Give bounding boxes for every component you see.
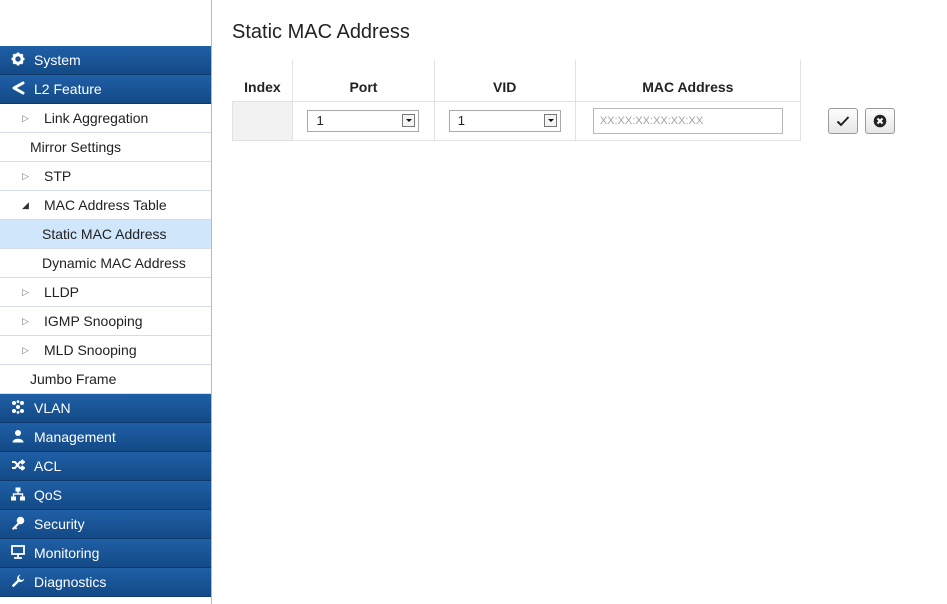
sidebar-item-stp[interactable]: ▷ STP bbox=[0, 162, 211, 191]
shuffle-icon bbox=[10, 458, 26, 474]
sidebar-item-qos[interactable]: QoS bbox=[0, 481, 211, 510]
page-title: Static MAC Address bbox=[232, 21, 410, 43]
sidebar-item-dynamic-mac-address[interactable]: Dynamic MAC Address bbox=[0, 249, 211, 278]
sidebar-item-label: Mirror Settings bbox=[30, 139, 122, 155]
sidebar-item-label: Management bbox=[34, 429, 116, 445]
sidebar-item-l2-feature[interactable]: L2 Feature bbox=[0, 75, 211, 104]
index-cell bbox=[231, 100, 294, 141]
close-circle-icon bbox=[873, 114, 887, 127]
share-icon bbox=[10, 81, 26, 97]
sidebar-item-label: Jumbo Frame bbox=[30, 371, 117, 387]
caret-right-icon: ▷ bbox=[22, 286, 29, 297]
static-mac-table: Index Port VID MAC Address 1 1 bbox=[231, 60, 947, 141]
column-header-port: Port bbox=[292, 60, 435, 101]
sidebar: System L2 Feature ▷ Link Aggregation Mir… bbox=[0, 0, 212, 604]
sidebar-item-label: MLD Snooping bbox=[44, 342, 137, 358]
sidebar-nav: System L2 Feature ▷ Link Aggregation Mir… bbox=[0, 46, 211, 597]
sidebar-item-management[interactable]: Management bbox=[0, 423, 211, 452]
sidebar-item-jumbo-frame[interactable]: Jumbo Frame bbox=[0, 365, 211, 394]
sidebar-item-security[interactable]: Security bbox=[0, 510, 211, 539]
port-select[interactable]: 1 bbox=[307, 109, 420, 132]
sidebar-item-link-aggregation[interactable]: ▷ Link Aggregation bbox=[0, 104, 211, 133]
port-cell: 1 bbox=[292, 100, 435, 141]
vid-select[interactable]: 1 bbox=[448, 109, 561, 132]
dropdown-arrow-icon[interactable] bbox=[402, 113, 416, 127]
sidebar-item-label: VLAN bbox=[34, 400, 71, 416]
sidebar-item-acl[interactable]: ACL bbox=[0, 452, 211, 481]
sidebar-item-igmp-snooping[interactable]: ▷ IGMP Snooping bbox=[0, 307, 211, 336]
mac-cell bbox=[574, 100, 801, 141]
sidebar-item-label: IGMP Snooping bbox=[44, 313, 143, 329]
column-header-mac-address: MAC Address bbox=[574, 60, 801, 101]
wrench-icon bbox=[10, 574, 26, 590]
caret-right-icon: ▷ bbox=[22, 170, 29, 181]
sidebar-item-label: Security bbox=[34, 516, 85, 532]
cancel-button[interactable] bbox=[864, 107, 895, 134]
column-header-index: Index bbox=[244, 78, 281, 95]
sidebar-item-label: Diagnostics bbox=[34, 574, 107, 590]
sidebar-item-label: Monitoring bbox=[34, 545, 100, 561]
column-header-vid: VID bbox=[433, 60, 576, 101]
sidebar-item-label: MAC Address Table bbox=[44, 197, 167, 213]
sidebar-item-label: ACL bbox=[34, 458, 62, 474]
sidebar-item-label: L2 Feature bbox=[34, 81, 102, 97]
apply-button[interactable] bbox=[827, 107, 858, 134]
sidebar-item-mac-address-table[interactable]: ◢ MAC Address Table bbox=[0, 191, 211, 220]
caret-right-icon: ▷ bbox=[22, 315, 29, 326]
caret-right-icon: ▷ bbox=[22, 344, 29, 355]
vid-select-value: 1 bbox=[457, 112, 465, 128]
monitor-icon bbox=[10, 545, 26, 561]
sidebar-item-mld-snooping[interactable]: ▷ MLD Snooping bbox=[0, 336, 211, 365]
sidebar-item-label: Dynamic MAC Address bbox=[42, 255, 186, 271]
sidebar-item-vlan[interactable]: VLAN bbox=[0, 394, 211, 423]
sidebar-item-system[interactable]: System bbox=[0, 46, 211, 75]
column-header-actions bbox=[799, 60, 947, 101]
dropdown-arrow-icon[interactable] bbox=[543, 113, 557, 127]
gear-icon bbox=[10, 52, 26, 68]
sidebar-item-label: STP bbox=[44, 168, 72, 184]
sidebar-item-static-mac-address[interactable]: Static MAC Address bbox=[0, 220, 211, 249]
caret-right-icon: ▷ bbox=[22, 112, 29, 123]
key-icon bbox=[10, 516, 26, 532]
sidebar-item-label: LLDP bbox=[44, 284, 80, 300]
caret-down-icon: ◢ bbox=[22, 199, 29, 210]
actions-cell bbox=[800, 101, 947, 140]
sidebar-item-lldp[interactable]: ▷ LLDP bbox=[0, 278, 211, 307]
sidebar-item-monitoring[interactable]: Monitoring bbox=[0, 539, 211, 568]
checkmark-icon bbox=[836, 115, 850, 126]
sidebar-item-label: System bbox=[34, 52, 81, 68]
table-header-row: Index Port VID MAC Address bbox=[233, 60, 947, 101]
cluster-icon bbox=[10, 400, 26, 416]
sidebar-item-diagnostics[interactable]: Diagnostics bbox=[0, 568, 211, 597]
sidebar-item-mirror-settings[interactable]: Mirror Settings bbox=[0, 133, 211, 162]
sidebar-item-label: Link Aggregation bbox=[44, 110, 149, 126]
sitemap-icon bbox=[10, 487, 26, 503]
sidebar-item-label: Static MAC Address bbox=[42, 226, 167, 242]
sidebar-item-label: QoS bbox=[34, 487, 63, 503]
user-icon bbox=[10, 429, 26, 445]
mac-address-input[interactable] bbox=[592, 107, 783, 134]
vid-cell: 1 bbox=[433, 100, 576, 141]
port-select-value: 1 bbox=[316, 112, 324, 128]
table-row: 1 1 bbox=[231, 100, 947, 141]
